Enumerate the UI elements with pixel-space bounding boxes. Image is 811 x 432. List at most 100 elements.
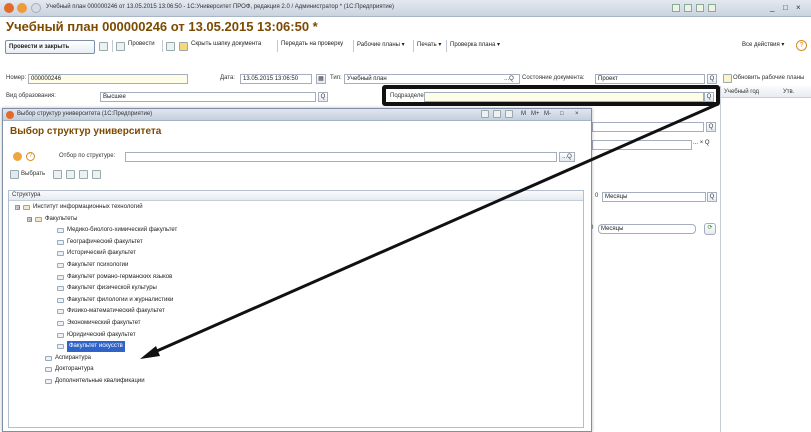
post-and-close-button[interactable]: Провести и закрыть <box>5 40 95 54</box>
tree-icon[interactable] <box>66 170 75 179</box>
tree-row[interactable]: Экономический факультет <box>9 318 583 329</box>
dialog-app-icon[interactable] <box>6 111 14 119</box>
column-approved[interactable]: Утв. <box>783 89 794 95</box>
academic-years-header: Учебный год Утв. <box>721 86 811 98</box>
tree-row[interactable]: Исторический факультет <box>9 248 583 259</box>
dialog-maximize-button[interactable]: □ <box>560 111 564 117</box>
tree-row[interactable]: Физико-математический факультет <box>9 306 583 317</box>
link-icon[interactable] <box>672 4 680 12</box>
calc-icon[interactable] <box>684 4 692 12</box>
tree-row-label: Докторантура <box>55 366 94 373</box>
dialog-memory-minus-button[interactable]: M- <box>544 111 551 117</box>
education-kind-field[interactable]: Высшее <box>100 92 316 102</box>
academic-years-table[interactable]: Учебный год Утв. <box>720 86 811 432</box>
hide-header-button[interactable]: Скрыть шапку документа <box>191 41 261 47</box>
state-search-icon[interactable]: Q <box>707 74 717 84</box>
app-logo-icon[interactable] <box>4 3 14 13</box>
tree-row[interactable]: Аспирантура <box>9 353 583 364</box>
education-kind-search-icon[interactable]: Q <box>318 92 328 102</box>
structure-tree-table[interactable]: Структура ⊖ Институт информационных техно… <box>8 190 584 428</box>
dialog-calc-icon[interactable] <box>493 110 501 118</box>
months-search-icon[interactable]: Q <box>707 192 717 202</box>
filter-icon[interactable] <box>79 170 88 179</box>
background-field-2-controls[interactable]: ... × Q <box>693 140 710 146</box>
structure-icon[interactable] <box>166 42 175 51</box>
column-structure[interactable]: Структура <box>9 191 583 201</box>
tree-row-label: Факультет искусств <box>67 341 125 353</box>
minimize-button[interactable]: _ <box>770 3 774 12</box>
save-icon[interactable] <box>99 42 108 51</box>
tree-row[interactable]: Факультет романо-германских языков <box>9 272 583 283</box>
dialog-memory-plus-button[interactable]: M+ <box>531 111 540 117</box>
tree-row[interactable]: ⊖ Институт информационных технологий <box>9 202 583 213</box>
hide-header-icon[interactable] <box>179 42 188 51</box>
update-work-plans-button[interactable]: Обновить рабочие планы <box>733 75 804 81</box>
tree-row[interactable]: Докторантура <box>9 364 583 375</box>
dialog-heading: Выбор структур университета <box>10 126 162 137</box>
dialog-favorites-icon[interactable] <box>13 152 22 161</box>
filter-by-structure-field[interactable] <box>125 152 557 162</box>
tree-row[interactable]: Юридический факультет <box>9 330 583 341</box>
tree-collapse-icon[interactable]: ⊖ <box>27 216 32 222</box>
send-for-review-button[interactable]: Передать на проверку <box>281 41 343 47</box>
check-plan-menu[interactable]: Проверка плана ▾ <box>450 41 500 48</box>
element-icon <box>57 251 64 257</box>
tree-row-label: Юридический факультет <box>67 331 136 338</box>
tree-row[interactable]: Дополнительные квалификации <box>9 376 583 387</box>
months-field-2[interactable]: Месяцы <box>598 224 696 234</box>
element-icon <box>45 379 52 384</box>
maximize-button[interactable]: □ <box>783 3 788 12</box>
copy-icon[interactable] <box>53 170 62 179</box>
date-field[interactable]: 13.05.2015 13:06:50 <box>240 74 312 84</box>
print-menu[interactable]: Печать ▾ <box>417 41 441 48</box>
background-field-1[interactable] <box>592 122 704 132</box>
history-icon[interactable] <box>708 4 716 12</box>
type-field[interactable]: Учебный план ...Q <box>344 74 520 84</box>
tree-collapse-icon[interactable]: ⊖ <box>15 205 20 211</box>
toolbar-separator <box>413 40 414 52</box>
tree-row[interactable]: Медико-биолого-химический факультет <box>9 225 583 236</box>
dialog-help-icon[interactable]: ? <box>26 152 35 161</box>
dialog-close-button[interactable]: × <box>575 111 579 117</box>
document-title: Учебный план 000000246 от 13.05.2015 13:… <box>6 19 318 34</box>
dialog-link-icon[interactable] <box>481 110 489 118</box>
column-academic-year[interactable]: Учебный год <box>724 89 759 95</box>
dialog-calendar-icon[interactable] <box>505 110 513 118</box>
calendar-icon[interactable] <box>696 4 704 12</box>
tree-row[interactable]: Факультет искусств <box>9 341 583 353</box>
toolbar-separator <box>353 40 354 52</box>
tree-row[interactable]: Факультет физической культуры <box>9 283 583 294</box>
state-field[interactable]: Проект <box>595 74 705 84</box>
dialog-memory-button[interactable]: M <box>521 111 526 117</box>
help-icon[interactable]: ? <box>796 40 807 51</box>
toolbar-separator <box>446 40 447 52</box>
months-field-1[interactable]: Месяцы <box>602 192 706 202</box>
background-search-icon[interactable]: Q <box>706 122 716 132</box>
tree-row[interactable]: Факультет филологии и журналистики <box>9 295 583 306</box>
menu-circle-icon[interactable] <box>17 3 27 13</box>
search-icon: Q <box>567 154 572 160</box>
refresh-icon[interactable]: ⟳ <box>704 223 716 235</box>
filter-search-icon[interactable]: ...Q <box>559 152 575 162</box>
post-icon[interactable] <box>116 42 125 51</box>
filter-by-structure-label: Отбор по структуре: <box>59 153 116 159</box>
element-icon <box>57 321 64 326</box>
post-button[interactable]: Провести <box>128 41 155 47</box>
background-field-2[interactable] <box>592 140 692 150</box>
work-plans-menu[interactable]: Рабочие планы ▾ <box>357 41 405 48</box>
tree-row[interactable]: Факультет психологии <box>9 260 583 271</box>
close-button[interactable]: × <box>796 3 801 12</box>
favorites-star-icon[interactable] <box>31 3 41 13</box>
grid-icon[interactable] <box>92 170 101 179</box>
refresh-plans-icon[interactable] <box>723 74 732 83</box>
select-icon[interactable] <box>10 170 19 179</box>
tree-row[interactable]: ⊖ Факультеты <box>9 214 583 225</box>
calendar-icon[interactable]: ▦ <box>316 74 326 84</box>
type-value: Учебный план <box>347 76 387 82</box>
number-field[interactable]: 000000246 <box>28 74 188 84</box>
tree-row[interactable]: Географический факультет <box>9 237 583 248</box>
type-pick-button[interactable]: ...Q <box>499 75 519 83</box>
all-actions-menu[interactable]: Все действия ▾ <box>742 41 784 48</box>
number-label: Номер: <box>6 75 27 81</box>
select-button[interactable]: Выбрать <box>21 171 45 177</box>
